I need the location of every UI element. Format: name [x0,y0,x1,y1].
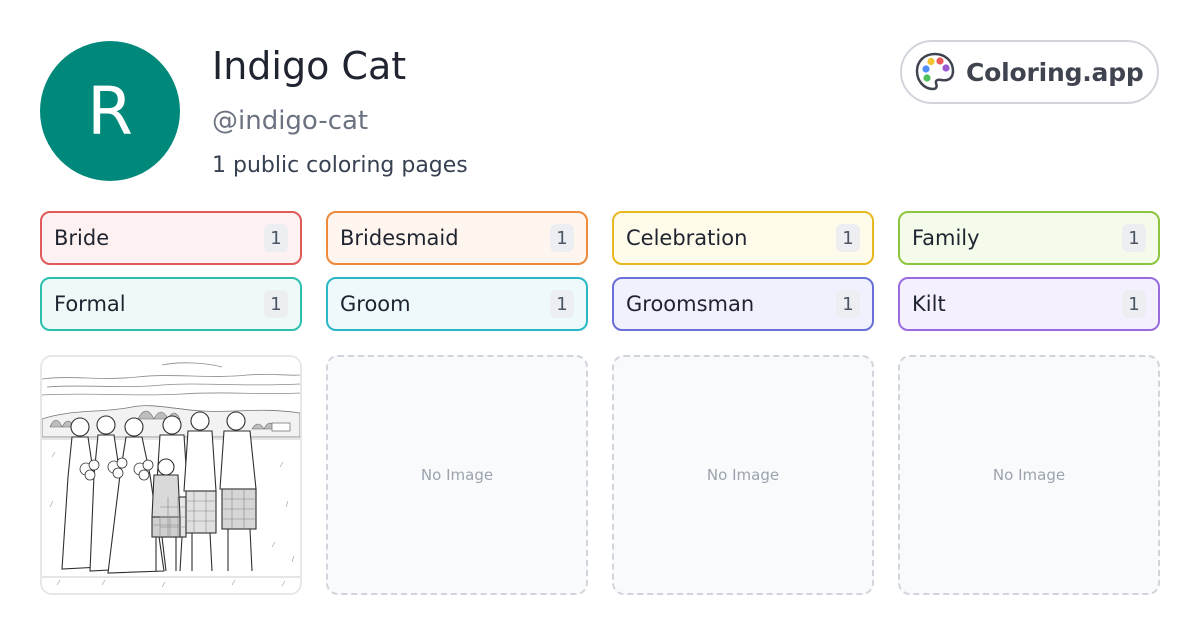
tag-label: Groomsman [626,292,755,316]
tag-count-badge: 1 [1122,224,1146,252]
tag-count-badge: 1 [264,290,288,318]
avatar: R [40,41,180,181]
tag-groom[interactable]: Groom 1 [326,277,588,331]
tag-celebration[interactable]: Celebration 1 [612,211,874,265]
no-image-placeholder: No Image [706,466,780,484]
brand-label: Coloring.app [966,57,1144,87]
tag-family[interactable]: Family 1 [898,211,1160,265]
no-image-placeholder: No Image [420,466,494,484]
tag-bride[interactable]: Bride 1 [40,211,302,265]
no-image-placeholder: No Image [992,466,1066,484]
brand-button[interactable]: Coloring.app [900,40,1159,104]
coloring-page-card[interactable] [40,355,302,595]
tag-count-badge: 1 [550,290,574,318]
tag-bridesmaid[interactable]: Bridesmaid 1 [326,211,588,265]
public-pages-count: 1 public coloring pages [212,153,468,178]
tag-label: Bride [54,226,110,250]
tag-count-badge: 1 [264,224,288,252]
coloring-page-card[interactable]: No Image [326,355,588,595]
tag-count-badge: 1 [836,224,860,252]
tag-count-badge: 1 [836,290,860,318]
tag-label: Groom [340,292,411,316]
tag-label: Family [912,226,980,250]
tag-label: Kilt [912,292,946,316]
tag-count-badge: 1 [1122,290,1146,318]
tag-label: Celebration [626,226,748,250]
tag-groomsman[interactable]: Groomsman 1 [612,277,874,331]
tag-label: Formal [54,292,126,316]
tag-label: Bridesmaid [340,226,459,250]
profile-handle[interactable]: @indigo-cat [212,106,368,136]
palette-icon [914,51,956,93]
coloring-page-card[interactable]: No Image [898,355,1160,595]
profile-name: Indigo Cat [212,44,407,88]
coloring-page-card[interactable]: No Image [612,355,874,595]
tag-formal[interactable]: Formal 1 [40,277,302,331]
tag-kilt[interactable]: Kilt 1 [898,277,1160,331]
coloring-page-thumbnail [42,357,300,593]
tag-count-badge: 1 [550,224,574,252]
